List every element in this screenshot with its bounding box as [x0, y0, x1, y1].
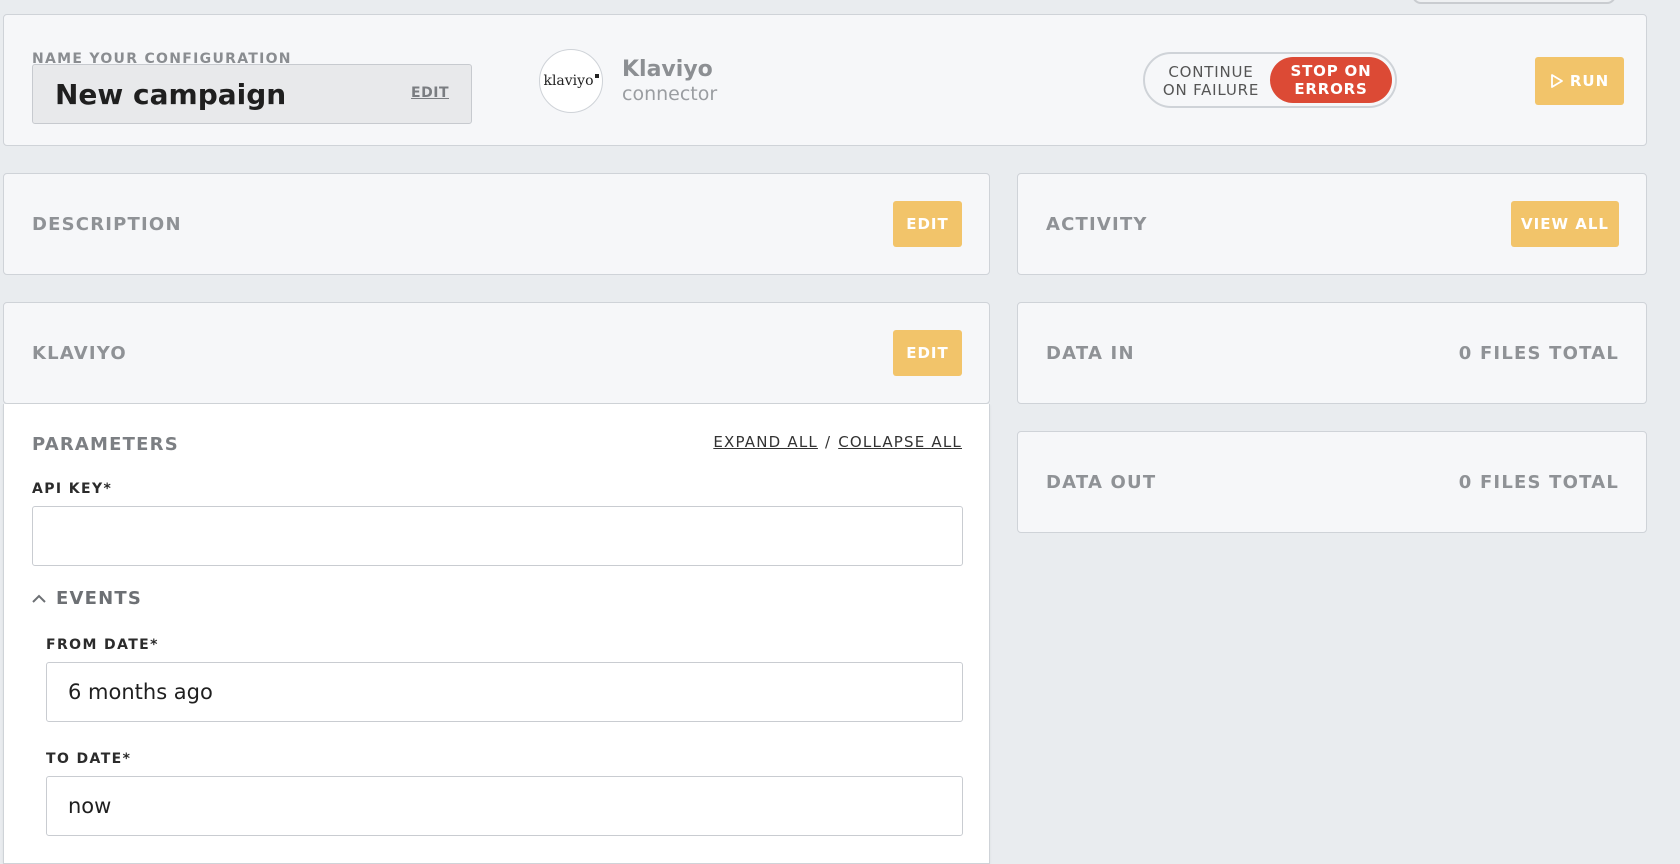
data-in-card: DATA IN 0 FILES TOTAL	[1017, 302, 1647, 404]
data-out-title: DATA OUT	[1046, 472, 1157, 493]
top-toggle-stub	[1412, 0, 1616, 4]
run-button[interactable]: RUN	[1535, 57, 1624, 105]
to-date-input[interactable]: now	[46, 776, 963, 836]
data-out-files-total: 0 FILES TOTAL	[1458, 472, 1619, 493]
api-key-input[interactable]	[32, 506, 963, 566]
description-title: DESCRIPTION	[32, 214, 182, 235]
configuration-name-field[interactable]: New campaign EDIT	[32, 64, 472, 124]
stop-on-errors-option[interactable]: STOP ON ERRORS	[1270, 57, 1392, 103]
data-in-files-total: 0 FILES TOTAL	[1458, 343, 1619, 364]
view-all-button[interactable]: VIEW ALL	[1511, 201, 1619, 247]
description-edit-button[interactable]: EDIT	[893, 201, 962, 247]
configuration-header: NAME YOUR CONFIGURATION New campaign EDI…	[3, 14, 1647, 146]
activity-card: ACTIVITY VIEW ALL	[1017, 173, 1647, 275]
events-label: EVENTS	[56, 588, 143, 609]
continue-on-failure-option[interactable]: CONTINUE ON FAILURE	[1161, 63, 1261, 99]
play-icon	[1550, 74, 1563, 88]
klaviyo-logo-text: klaviyo	[543, 73, 594, 89]
edit-name-link[interactable]: EDIT	[411, 85, 449, 101]
from-date-label: FROM DATE*	[46, 637, 159, 653]
parameters-title: PARAMETERS	[32, 434, 179, 455]
parameters-panel: PARAMETERS EXPAND ALL / COLLAPSE ALL API K…	[3, 404, 990, 864]
links-separator: /	[824, 433, 832, 451]
failure-mode-toggle[interactable]: CONTINUE ON FAILURE STOP ON ERRORS	[1143, 52, 1397, 108]
data-out-card: DATA OUT 0 FILES TOTAL	[1017, 431, 1647, 533]
expand-collapse-links: EXPAND ALL / COLLAPSE ALL	[713, 433, 962, 451]
data-in-title: DATA IN	[1046, 343, 1135, 364]
klaviyo-edit-button[interactable]: EDIT	[893, 330, 962, 376]
expand-all-link[interactable]: EXPAND ALL	[713, 433, 818, 451]
klaviyo-logo: klaviyo	[539, 49, 603, 113]
to-date-label: TO DATE*	[46, 751, 132, 767]
collapse-all-link[interactable]: COLLAPSE ALL	[838, 433, 962, 451]
connector-subtitle: connector	[622, 83, 718, 105]
klaviyo-title: KLAVIYO	[32, 343, 127, 364]
description-card: DESCRIPTION EDIT	[3, 173, 990, 275]
configuration-name-text: New campaign	[55, 78, 287, 111]
klaviyo-card: KLAVIYO EDIT	[3, 302, 990, 404]
activity-title: ACTIVITY	[1046, 214, 1148, 235]
connector-name: Klaviyo	[622, 57, 713, 82]
chevron-up-icon	[32, 594, 46, 603]
from-date-input[interactable]: 6 months ago	[46, 662, 963, 722]
run-label: RUN	[1569, 72, 1610, 90]
events-section-toggle[interactable]: EVENTS	[32, 588, 142, 609]
api-key-label: API KEY*	[32, 481, 113, 497]
